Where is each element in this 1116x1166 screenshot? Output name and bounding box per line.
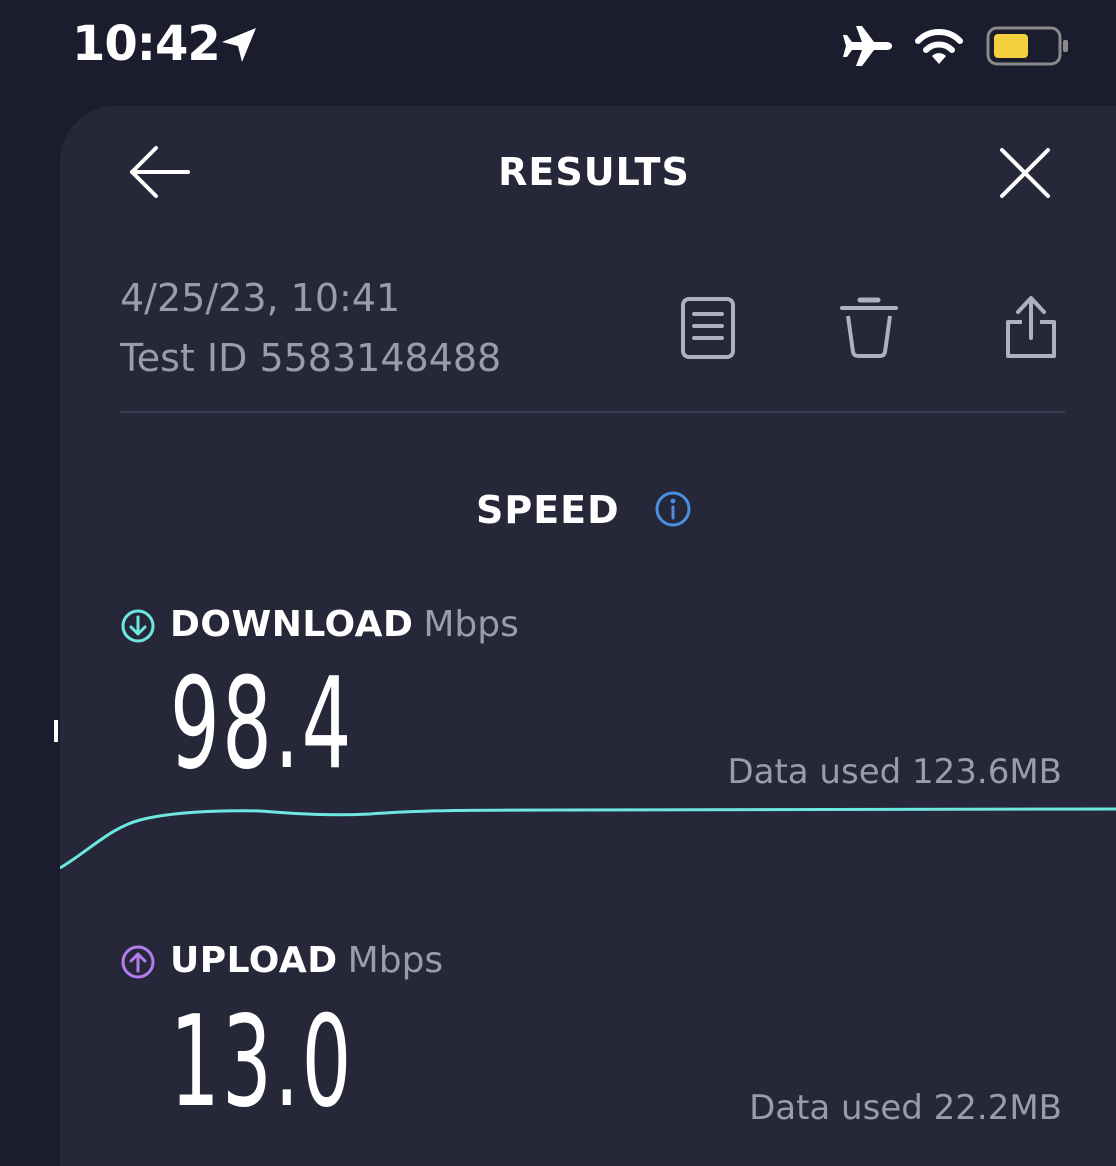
upload-value: 13.0 <box>170 988 354 1135</box>
page-title: RESULTS <box>498 150 690 194</box>
location-arrow-icon <box>222 28 256 62</box>
wifi-icon <box>915 29 963 64</box>
airplane-icon <box>843 26 892 66</box>
upload-icon <box>121 945 155 979</box>
test-id: Test ID 5583148488 <box>120 336 502 380</box>
download-icon <box>121 609 155 643</box>
share-icon[interactable] <box>1004 294 1058 362</box>
status-time: 10:42 <box>72 16 221 72</box>
speed-section-title: SPEED <box>476 488 620 532</box>
close-icon[interactable] <box>998 146 1052 200</box>
scroll-edge-marker <box>54 720 58 742</box>
trash-icon[interactable] <box>838 296 900 360</box>
info-icon[interactable] <box>654 490 692 528</box>
download-label: DOWNLOAD Mbps <box>170 604 519 645</box>
download-speed-graph <box>60 807 1116 870</box>
document-icon[interactable] <box>680 296 736 360</box>
status-bar: 10:42 <box>0 0 1116 100</box>
battery-icon <box>986 26 1068 66</box>
upload-label: UPLOAD Mbps <box>170 940 444 981</box>
upload-unit: Mbps <box>347 940 444 981</box>
upload-data-used: Data used 22.2MB <box>749 1088 1062 1128</box>
download-unit: Mbps <box>423 604 519 645</box>
download-value: 98.4 <box>170 650 354 797</box>
test-date: 4/25/23, 10:41 <box>120 276 401 320</box>
meta-divider <box>120 411 1065 413</box>
